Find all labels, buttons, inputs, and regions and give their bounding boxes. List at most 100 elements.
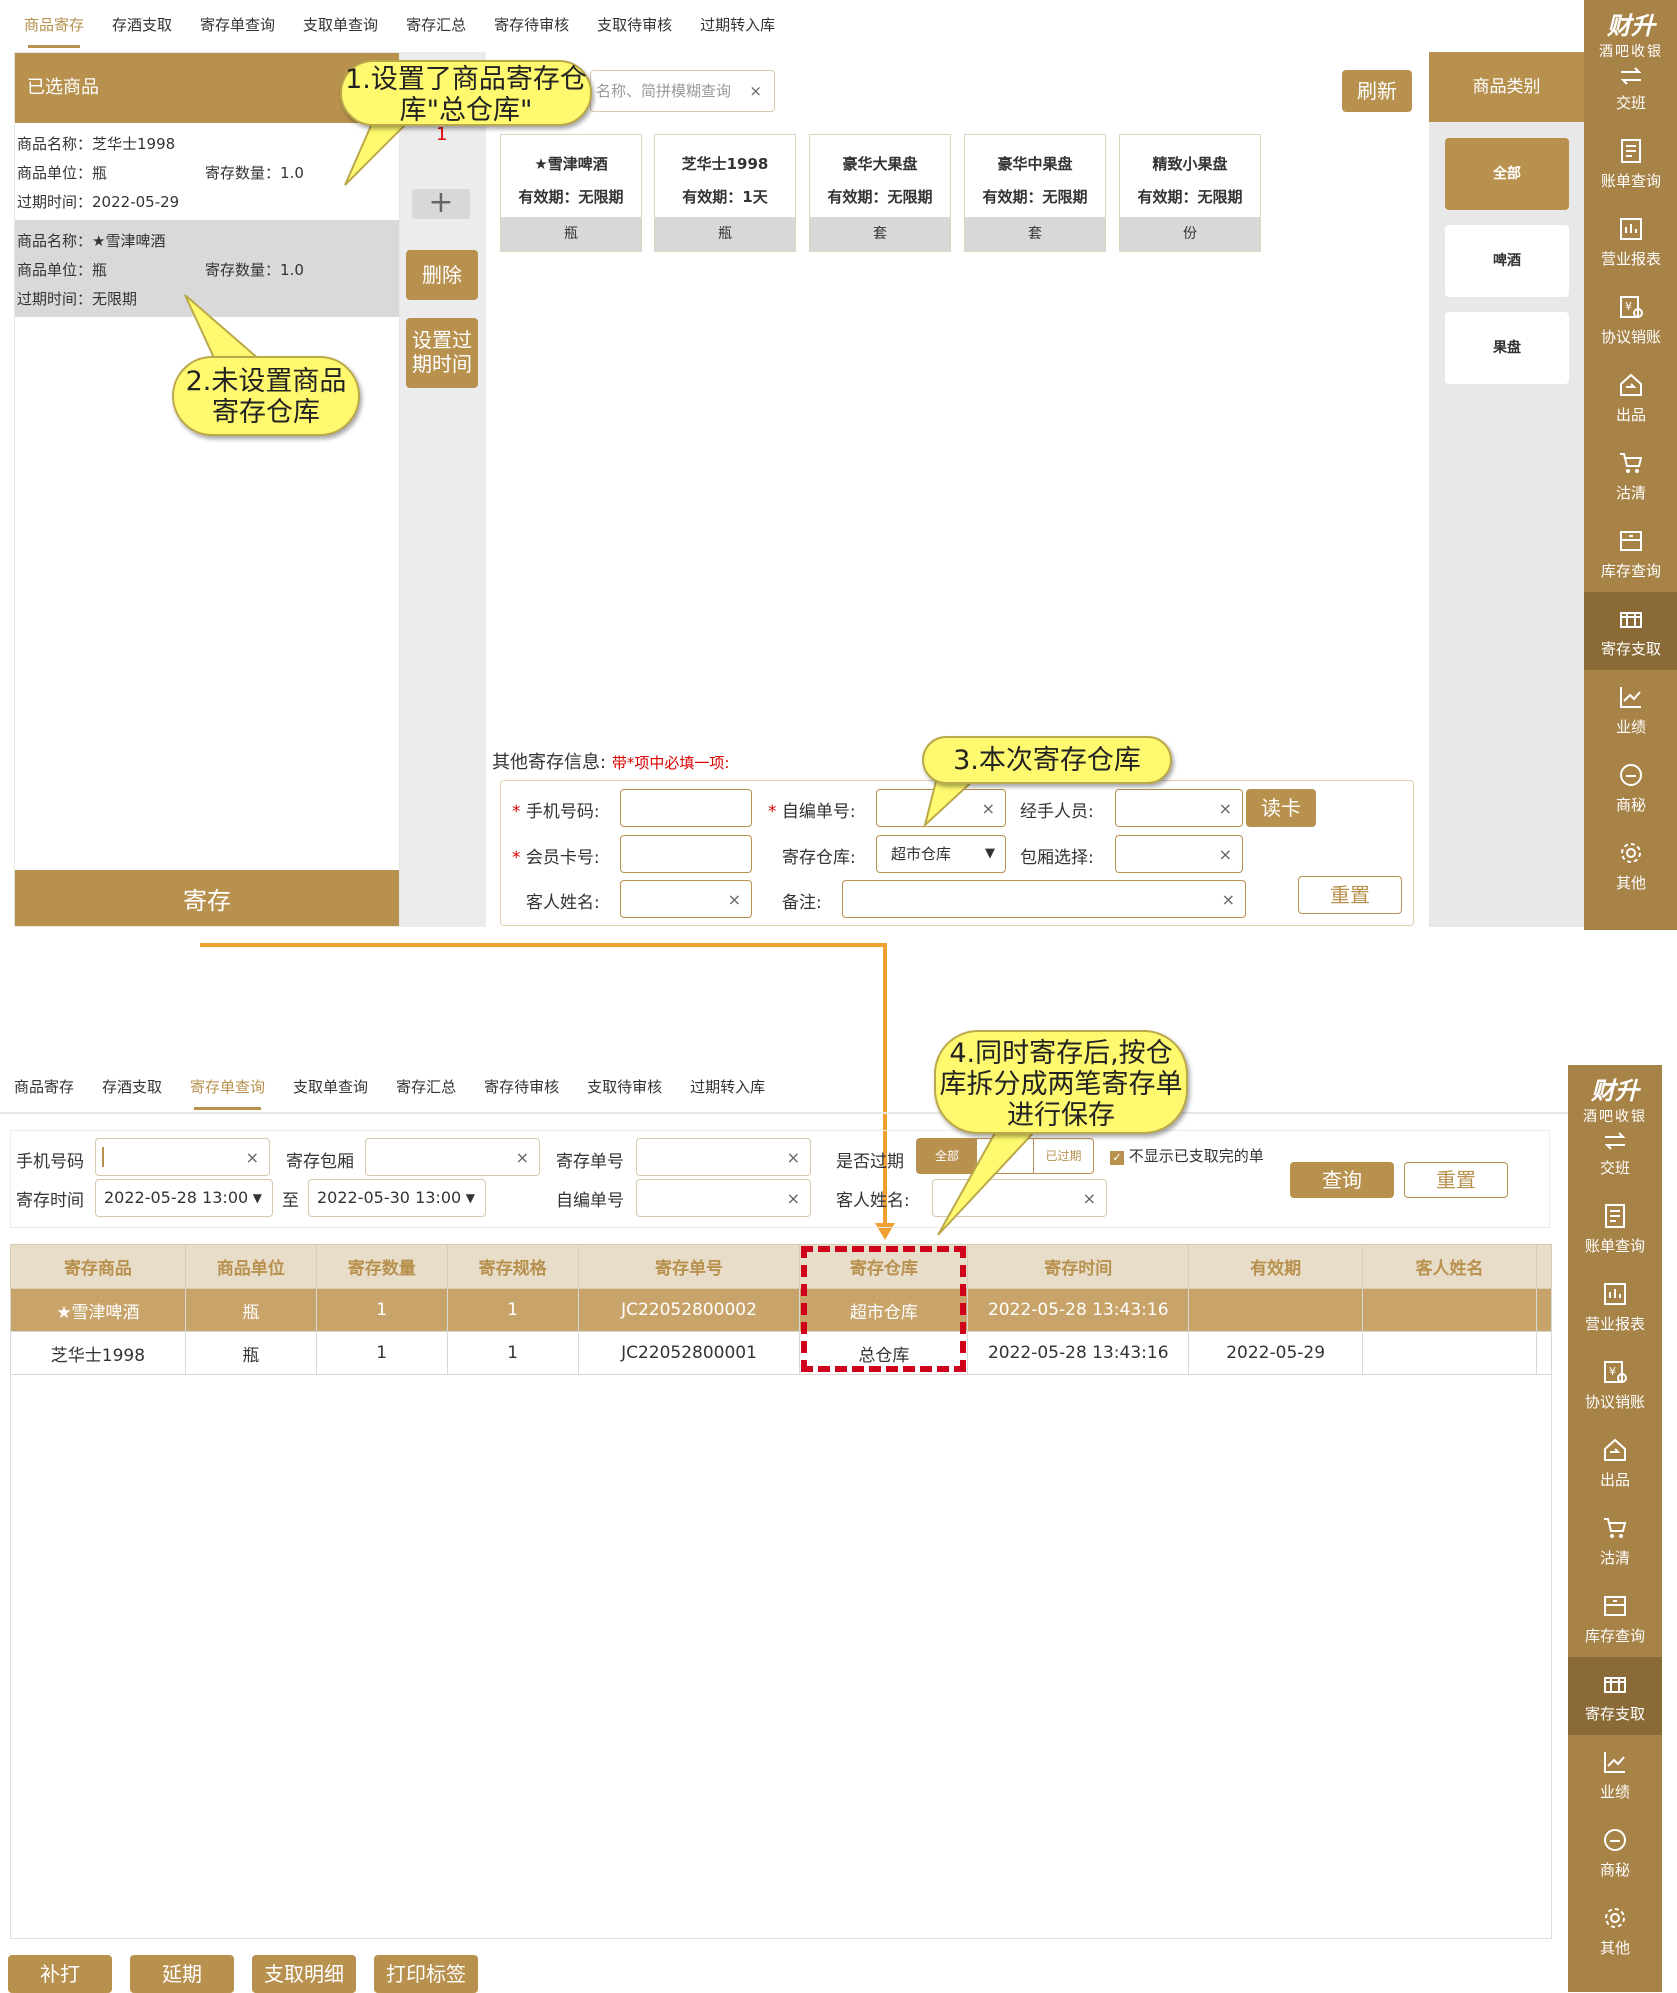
tab-withdraw-query[interactable]: 支取单查询 (279, 1062, 382, 1112)
sidebar-item-shift[interactable]: 交班 (1584, 66, 1677, 124)
cart-icon (1604, 1518, 1627, 1538)
tab-expired-stock[interactable]: 过期转入库 (686, 0, 789, 50)
sidebar-item-performance[interactable]: 业绩 (1584, 670, 1677, 748)
reprint-button[interactable]: 补打 (8, 1955, 112, 1993)
withdraw-detail-button[interactable]: 支取明细 (252, 1955, 356, 1993)
note-input[interactable]: × (842, 880, 1246, 918)
sidebar-item-other[interactable]: 其他 (1584, 826, 1677, 904)
tab-withdraw-query[interactable]: 支取单查询 (289, 0, 392, 50)
hide-done-checkbox[interactable]: ✓ 不显示已支取完的单 (1110, 1145, 1264, 1166)
sidebar-item-output[interactable]: 出品 (1568, 1423, 1662, 1501)
sidebar-item-stock[interactable]: 库存查询 (1584, 514, 1677, 592)
tab-deposit-review[interactable]: 寄存待审核 (470, 1062, 573, 1112)
sidebar-item-shift[interactable]: 交班 (1568, 1131, 1662, 1189)
cell-order: JC22052800002 (577, 1288, 801, 1332)
cell-spec: 1 (446, 1288, 579, 1332)
guest-input[interactable]: × (620, 880, 752, 918)
q-time-from[interactable]: 2022-05-28 13:00 ▼ (95, 1179, 273, 1217)
guest-label: 客人姓名: (526, 893, 600, 913)
cell-time: 2022-05-28 13:43:16 (967, 1331, 1190, 1375)
q-room-input[interactable]: × (365, 1138, 540, 1176)
category-all[interactable]: 全部 (1445, 138, 1569, 210)
col-time: 寄存时间 (967, 1244, 1190, 1289)
clear-icon: × (727, 890, 741, 909)
tab-deposit-review[interactable]: 寄存待审核 (480, 0, 583, 50)
tab-expired-stock[interactable]: 过期转入库 (676, 1062, 779, 1112)
sidebar-item-performance[interactable]: 业绩 (1568, 1735, 1662, 1813)
stock-icon (1604, 1596, 1626, 1616)
q-order-input[interactable]: × (636, 1138, 811, 1176)
room-input[interactable]: × (1115, 835, 1243, 873)
warehouse-value: 超市仓库 (891, 845, 952, 863)
product-validity: 有效期：1天 (682, 188, 768, 206)
swap-icon (1620, 67, 1642, 85)
search-box[interactable]: 名称、简拼模糊查询 × (590, 70, 775, 112)
q-expired-label: 是否过期 (836, 1152, 904, 1172)
product-card[interactable]: 精致小果盘 有效期：无限期 份 (1119, 134, 1261, 252)
tab-withdraw-review[interactable]: 支取待审核 (573, 1062, 676, 1112)
delete-button[interactable]: 删除 (406, 250, 478, 300)
sidebar-item-output[interactable]: 出品 (1584, 358, 1677, 436)
cell-time: 2022-05-28 13:43:16 (967, 1288, 1190, 1332)
table-row[interactable]: 芝华士1998 瓶 1 1 JC22052800001 总仓库 2022-05-… (10, 1331, 1553, 1375)
product-card[interactable]: 豪华大果盘 有效期：无限期 套 (809, 134, 951, 252)
deposit-button[interactable]: 寄存 (15, 870, 399, 926)
tab-goods-deposit[interactable]: 商品寄存 (10, 0, 98, 50)
member-input[interactable] (620, 835, 752, 873)
read-card-button[interactable]: 读卡 (1246, 789, 1316, 827)
tab-wine-withdraw[interactable]: 存酒支取 (98, 0, 186, 50)
set-expire-button[interactable]: 设置过期时间 (406, 318, 478, 388)
selected-goods-title: 已选商品 (27, 77, 99, 98)
sidebar-item-deposit[interactable]: 寄存支取 (1568, 1657, 1662, 1735)
member-label: * 会员卡号: (512, 848, 600, 868)
table-row[interactable]: ★雪津啤酒 瓶 1 1 JC22052800002 超市仓库 2022-05-2… (10, 1288, 1553, 1332)
tab-wine-withdraw[interactable]: 存酒支取 (88, 1062, 176, 1112)
sidebar-item-soldout[interactable]: 沽清 (1568, 1501, 1662, 1579)
sidebar-item-deposit[interactable]: 寄存支取 (1584, 592, 1677, 670)
tab-withdraw-review[interactable]: 支取待审核 (583, 0, 686, 50)
sidebar-item-report[interactable]: 营业报表 (1568, 1267, 1662, 1345)
tab-deposit-summary[interactable]: 寄存汇总 (392, 0, 480, 50)
q-custom-input[interactable]: × (636, 1179, 811, 1217)
add-button[interactable]: + (412, 188, 470, 219)
category-fruit[interactable]: 果盘 (1445, 312, 1569, 384)
tab-deposit-query[interactable]: 寄存单查询 (176, 1062, 279, 1112)
clear-icon[interactable]: × (749, 71, 762, 111)
clear-icon: × (245, 1148, 259, 1167)
tab-deposit-query[interactable]: 寄存单查询 (186, 0, 289, 50)
sidebar-item-stock[interactable]: 库存查询 (1568, 1579, 1662, 1657)
sidebar-item-bills[interactable]: 账单查询 (1584, 124, 1677, 202)
product-card[interactable]: ★雪津啤酒 有效期：无限期 瓶 (500, 134, 642, 252)
cell-guest (1362, 1288, 1537, 1332)
expire-label: 过期时间： (17, 193, 93, 211)
tab-goods-deposit[interactable]: 商品寄存 (0, 1062, 88, 1112)
extend-button[interactable]: 延期 (130, 1955, 234, 1993)
sidebar-item-other[interactable]: 其他 (1568, 1891, 1662, 1969)
sidebar-item-bills[interactable]: 账单查询 (1568, 1189, 1662, 1267)
query-button[interactable]: 查询 (1290, 1162, 1394, 1198)
qty-label: 寄存数量： (205, 164, 281, 182)
phone-input[interactable] (620, 789, 752, 827)
sidebar-item-secret[interactable]: 商秘 (1568, 1813, 1662, 1891)
sidebar-item-secret[interactable]: 商秘 (1584, 748, 1677, 826)
sidebar-item-report[interactable]: 营业报表 (1584, 202, 1677, 280)
cell-goods: ★雪津啤酒 (10, 1288, 186, 1332)
product-card[interactable]: 芝华士1998 有效期：1天 瓶 (654, 134, 796, 252)
reset-button[interactable]: 重置 (1298, 876, 1402, 914)
sidebar-item-agreement[interactable]: ¥ 协议销账 (1584, 280, 1677, 358)
query-reset-button[interactable]: 重置 (1404, 1162, 1508, 1198)
col-order: 寄存单号 (577, 1244, 801, 1289)
sidebar-item-soldout[interactable]: 沽清 (1584, 436, 1677, 514)
handler-input[interactable]: × (1115, 789, 1243, 827)
q-phone-input[interactable]: × (95, 1138, 270, 1176)
product-card[interactable]: 豪华中果盘 有效期：无限期 套 (964, 134, 1106, 252)
cart-icon (1620, 453, 1643, 473)
q-time-to[interactable]: 2022-05-30 13:00 ▼ (308, 1179, 486, 1217)
warehouse-select[interactable]: 超市仓库 ▼ (876, 835, 1006, 873)
category-beer[interactable]: 啤酒 (1445, 225, 1569, 297)
refresh-button[interactable]: 刷新 (1342, 70, 1412, 112)
sidebar-item-agreement[interactable]: ¥ 协议销账 (1568, 1345, 1662, 1423)
print-label-button[interactable]: 打印标签 (374, 1955, 478, 1993)
tab-deposit-summary[interactable]: 寄存汇总 (382, 1062, 470, 1112)
product-validity: 有效期：无限期 (827, 188, 933, 206)
